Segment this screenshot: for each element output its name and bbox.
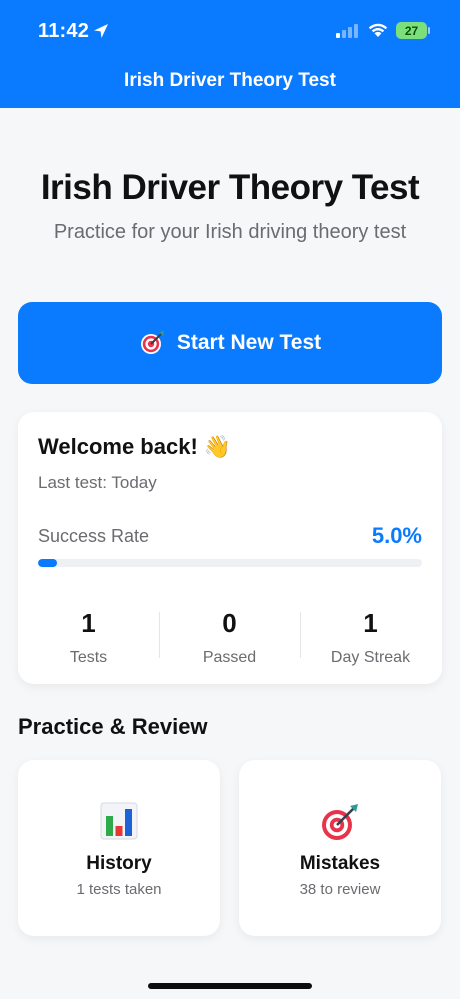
nav-title: Irish Driver Theory Test <box>124 70 336 91</box>
welcome-title: Welcome back! 👋 <box>38 434 232 459</box>
stat-label: Tests <box>69 649 108 666</box>
page-title: Irish Driver Theory Test <box>40 168 420 207</box>
header-bar: 11:42 27 Irish Driver Theory Test <box>0 0 460 108</box>
stat-label: Day Streak <box>330 649 411 666</box>
success-rate-value: 5.0% <box>371 523 422 548</box>
success-rate-label: Success Rate <box>38 526 150 546</box>
wifi-icon <box>368 23 388 37</box>
stat-day-streak: 1 Day Streak <box>300 608 441 667</box>
battery-tip <box>428 27 430 34</box>
welcome-card: Welcome back! 👋 Last test: Today Success… <box>18 412 442 684</box>
status-bar: 11:42 27 <box>0 0 460 62</box>
target-icon <box>140 331 164 354</box>
bar-chart-icon <box>100 802 138 840</box>
location-arrow-icon <box>94 24 108 38</box>
mistakes-tile[interactable]: Mistakes 38 to review <box>239 760 441 936</box>
stat-tests: 1 Tests <box>18 608 159 667</box>
home-indicator[interactable] <box>148 983 312 989</box>
history-subtitle: 1 tests taken <box>76 881 162 898</box>
mistakes-title: Mistakes <box>299 853 381 874</box>
start-new-test-button[interactable]: Start New Test <box>18 302 442 384</box>
stat-value: 1 <box>81 608 96 638</box>
stat-value: 1 <box>363 608 378 638</box>
page-subtitle: Practice for your Irish driving theory t… <box>53 221 407 243</box>
last-test-text: Last test: Today <box>38 473 157 492</box>
practice-review-heading: Practice & Review <box>18 714 208 739</box>
battery-indicator: 27 <box>396 22 427 39</box>
cellular-signal-icon <box>336 24 358 38</box>
stat-value: 0 <box>222 608 237 638</box>
success-rate-progress-fill <box>38 559 58 567</box>
history-title: History <box>86 853 152 874</box>
target-icon <box>322 804 358 840</box>
start-new-test-label: Start New Test <box>176 331 322 354</box>
success-rate-progress <box>38 559 422 567</box>
stat-label: Passed <box>202 649 257 666</box>
stats-row: 1 Tests 0 Passed 1 Day Streak <box>18 608 442 666</box>
stat-passed: 0 Passed <box>159 608 300 667</box>
status-time: 11:42 <box>38 20 90 42</box>
mistakes-subtitle: 38 to review <box>299 881 381 898</box>
history-tile[interactable]: History 1 tests taken <box>18 760 220 936</box>
